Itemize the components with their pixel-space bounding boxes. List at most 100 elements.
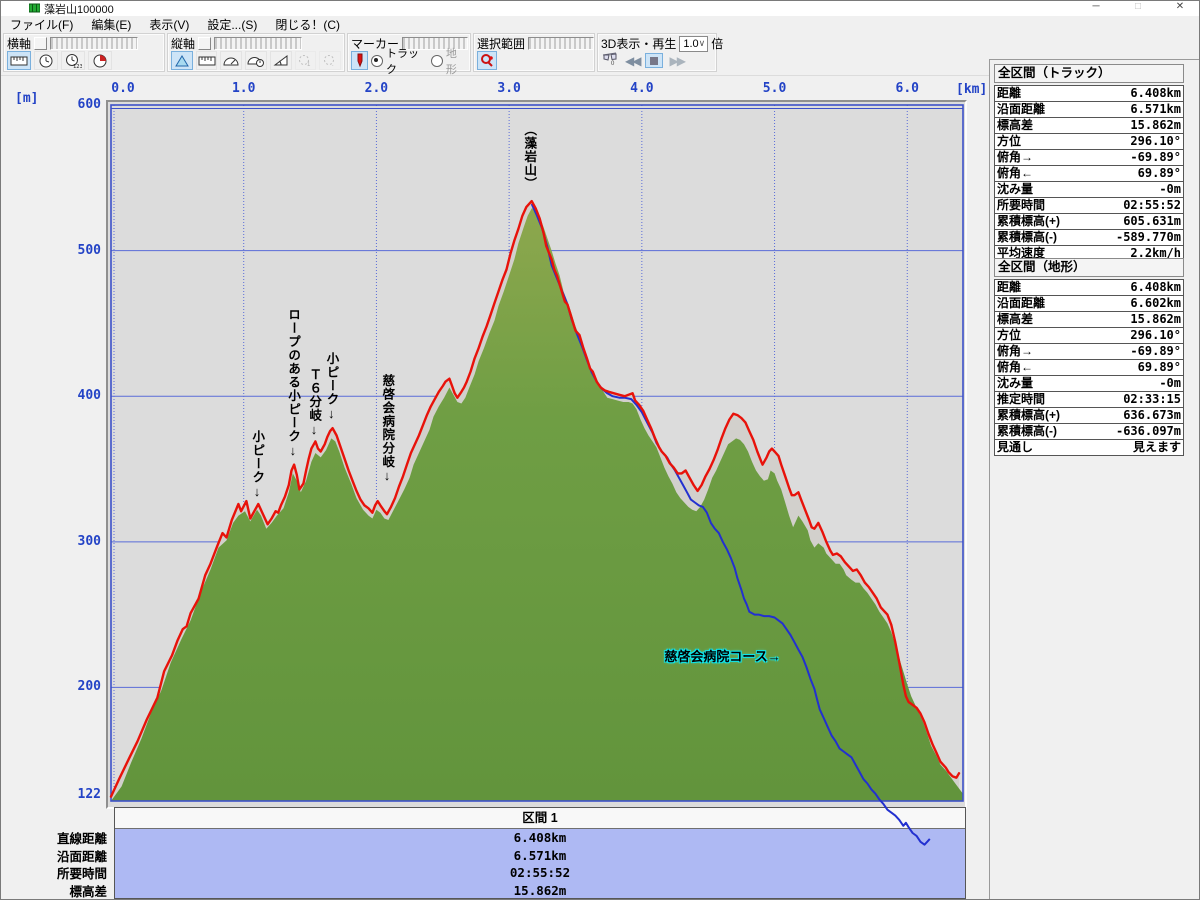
- radio-unselected-icon: [431, 55, 443, 67]
- stat-value: 6.602km: [1130, 296, 1183, 311]
- stat-value: -69.89°: [1130, 150, 1183, 165]
- svg-text:.: .: [332, 62, 334, 67]
- stat-label: 標高差: [995, 118, 1033, 133]
- y-tick-label: 122: [55, 787, 101, 802]
- stop-button[interactable]: [645, 53, 663, 68]
- svg-text:123: 123: [73, 64, 82, 69]
- window-title: 藻岩山100000: [44, 1, 114, 17]
- stat-value: 6.571km: [1130, 102, 1183, 117]
- menu-view[interactable]: 表示(V): [140, 16, 198, 33]
- group-selection-range: 選択範囲: [473, 33, 595, 72]
- segment-row-label: 標高差: [1, 881, 107, 900]
- marker-radio-track[interactable]: トラック: [371, 45, 428, 77]
- stat-label: 距離: [995, 86, 1021, 101]
- menu-file[interactable]: ファイル(F): [1, 16, 82, 33]
- vaxis-ruler-icon[interactable]: [196, 51, 218, 70]
- menu-bar: ファイル(F) 編集(E) 表示(V) 設定...(S) 閉じる！(C): [1, 16, 1199, 32]
- panel-terrain-table: 距離6.408km沿面距離6.602km標高差15.862m方位296.10°俯…: [994, 279, 1184, 456]
- menu-edit[interactable]: 編集(E): [82, 16, 140, 33]
- selection-range-label: 選択範囲: [477, 35, 525, 52]
- selection-range-slider[interactable]: [528, 37, 594, 50]
- chevron-down-icon: ∨: [699, 38, 708, 49]
- stat-value: -0m: [1159, 376, 1183, 391]
- stats-sidebar: 全区間（トラック） 距離6.408km沿面距離6.571km標高差15.862m…: [989, 59, 1200, 900]
- x-tick-label: 5.0: [753, 81, 797, 96]
- stat-label: 俯角→: [995, 344, 1033, 359]
- vaxis-speed-gauge-icon[interactable]: [220, 51, 242, 70]
- stat-row: 沿面距離6.602km: [995, 296, 1183, 312]
- stat-label: 累積標高(-): [995, 230, 1057, 245]
- stat-value: 6.408km: [1130, 86, 1183, 101]
- stat-label: 累積標高(+): [995, 214, 1060, 229]
- stat-value: 02:55:52: [1123, 198, 1183, 213]
- vaxis-option-button[interactable]: [198, 37, 211, 50]
- segment-row-label: 所要時間: [1, 863, 107, 882]
- haxis-clock-number-icon[interactable]: 123: [61, 51, 85, 70]
- segment-row-label: 直線距離: [1, 828, 107, 847]
- segment-table-body: 6.408km6.571km02:55:5215.862m: [115, 829, 965, 899]
- stat-value: 見えます: [1133, 440, 1183, 455]
- haxis-pie-timer-icon[interactable]: [88, 51, 112, 70]
- segment-value: 6.571km: [115, 847, 965, 865]
- stat-value: 6.408km: [1130, 280, 1183, 295]
- elevation-plot-area[interactable]: [111, 105, 963, 801]
- 3d-glasses-icon[interactable]: 0: [601, 51, 619, 71]
- toolbar: 横軸 123 縦軸 1: [1, 32, 991, 76]
- svg-text:1: 1: [307, 62, 311, 67]
- segment-table-header: 区間 1: [115, 808, 965, 829]
- stat-row: 方位 296.10°: [995, 328, 1183, 344]
- segment-value: 15.862m: [115, 882, 965, 900]
- stat-row: 累積標高(-)-636.097m: [995, 424, 1183, 440]
- play-button[interactable]: ▶▶: [669, 55, 683, 67]
- close-button[interactable]: ✕: [1167, 1, 1193, 12]
- panel-track-table: 距離6.408km沿面距離6.571km標高差15.862m方位296.10°俯…: [994, 85, 1184, 262]
- stat-label: 見通し: [995, 440, 1033, 455]
- marker-pen-icon[interactable]: [351, 51, 368, 70]
- y-tick-label: 400: [55, 388, 101, 403]
- haxis-scale-slider[interactable]: [50, 37, 138, 50]
- haxis-option-button[interactable]: [34, 37, 47, 50]
- minimize-button[interactable]: ─: [1083, 1, 1109, 12]
- selection-zoom-marker-icon[interactable]: [477, 51, 497, 70]
- stat-row: 累積標高(+)605.631m: [995, 214, 1183, 230]
- stat-row: 沈み量 -0m: [995, 376, 1183, 392]
- x-tick-label: 4.0: [620, 81, 664, 96]
- vaxis-extra-2-icon[interactable]: .: [319, 51, 341, 70]
- stat-value: 296.10°: [1130, 328, 1183, 343]
- stat-row: 俯角←69.89°: [995, 166, 1183, 182]
- segment-value: 02:55:52: [115, 864, 965, 882]
- x-axis-unit-label: [km]: [956, 82, 987, 97]
- menu-close[interactable]: 閉じる！(C): [266, 16, 349, 33]
- stat-row: 所要時間02:55:52: [995, 198, 1183, 214]
- panel-track-stats: 全区間（トラック） 距離6.408km沿面距離6.571km標高差15.862m…: [994, 64, 1184, 262]
- marker-radio-terrain[interactable]: 地形: [431, 45, 467, 77]
- stat-row: 累積標高(+)636.673m: [995, 408, 1183, 424]
- menu-settings[interactable]: 設定...(S): [198, 16, 266, 33]
- stat-row: 沈み量-0m: [995, 182, 1183, 198]
- playback-label: 3D表示・再生: [601, 35, 676, 52]
- x-tick-label: 1.0: [222, 81, 266, 96]
- stat-row: 俯角←69.89°: [995, 360, 1183, 376]
- group-horizontal-axis: 横軸 123: [3, 33, 165, 72]
- haxis-clock-icon[interactable]: [34, 51, 58, 70]
- stat-label: 沈み量: [995, 376, 1033, 391]
- stat-value: -589.770m: [1116, 230, 1183, 245]
- stat-value: 296.10°: [1130, 134, 1183, 149]
- stat-label: 累積標高(+): [995, 408, 1060, 423]
- stat-label: 距離: [995, 280, 1021, 295]
- vaxis-scale-slider[interactable]: [214, 37, 302, 50]
- vaxis-slope-angle-icon[interactable]: [270, 51, 292, 70]
- radio-selected-icon: [371, 55, 383, 67]
- vaxis-gauge-clock-icon[interactable]: [245, 51, 267, 70]
- rewind-button[interactable]: ◀◀: [625, 55, 639, 67]
- stat-label: 方位: [995, 328, 1021, 343]
- segment-table: 区間 1 6.408km6.571km02:55:5215.862m: [114, 807, 966, 899]
- playback-speed-select[interactable]: 1.0∨: [679, 36, 708, 52]
- vaxis-elevation-mountain-icon[interactable]: [171, 51, 193, 70]
- stat-label: 俯角→: [995, 150, 1033, 165]
- stat-row: 俯角→ -69.89°: [995, 150, 1183, 166]
- haxis-distance-ruler-icon[interactable]: [7, 51, 31, 70]
- vertical-axis-label: 縦軸: [171, 35, 195, 52]
- maximize-button[interactable]: □: [1125, 1, 1151, 12]
- vaxis-extra-1-icon[interactable]: 1: [295, 51, 317, 70]
